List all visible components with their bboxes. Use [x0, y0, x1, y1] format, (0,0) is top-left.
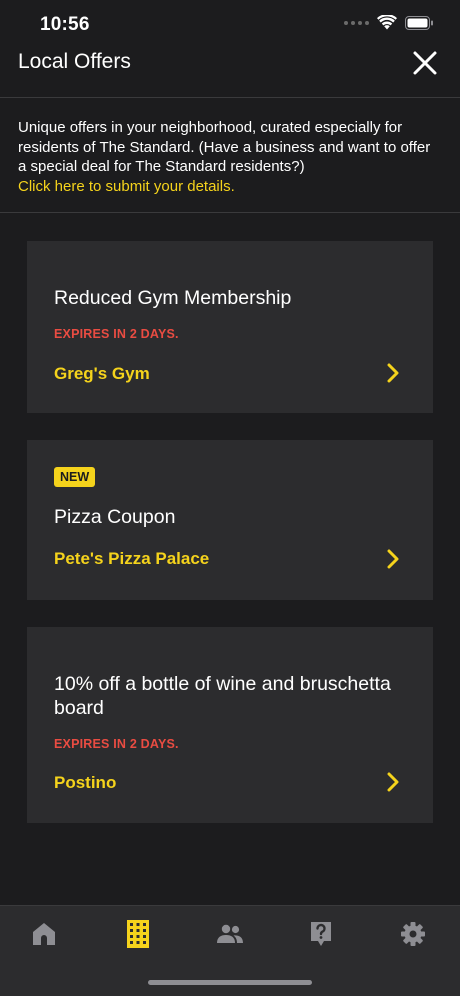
offer-title: 10% off a bottle of wine and bruschetta …	[54, 673, 391, 719]
offer-business: Postino	[54, 773, 117, 792]
tab-help[interactable]	[301, 918, 341, 950]
tab-building[interactable]	[118, 918, 158, 950]
status-bar: 10:56	[0, 0, 460, 48]
status-time: 10:56	[40, 14, 90, 35]
gear-icon	[401, 922, 425, 946]
home-icon	[33, 923, 55, 945]
offer-card[interactable]: Reduced Gym Membership EXPIRES IN 2 DAYS…	[27, 241, 433, 413]
home-indicator	[148, 980, 312, 985]
chevron-right-icon	[387, 549, 399, 569]
offer-business: Greg's Gym	[54, 364, 150, 383]
tab-settings[interactable]	[393, 918, 433, 950]
battery-icon	[405, 15, 433, 30]
submit-details-link[interactable]: Click here to submit your details.	[18, 177, 442, 197]
status-icons	[344, 15, 434, 30]
chevron-right-icon	[387, 772, 399, 792]
page-title: Local Offers	[18, 50, 131, 73]
chevron-right-icon	[387, 363, 399, 383]
help-icon	[311, 922, 331, 946]
nav-header: Local Offers	[0, 48, 460, 98]
people-icon	[217, 924, 243, 943]
close-icon[interactable]	[412, 50, 438, 76]
new-badge: NEW	[54, 467, 96, 487]
offer-expires: EXPIRES IN 2 DAYS.	[54, 737, 179, 751]
wifi-icon	[377, 15, 397, 30]
tab-people[interactable]	[210, 918, 250, 950]
tab-home[interactable]	[24, 918, 64, 950]
intro-text: Unique offers in your neighborhood, cura…	[18, 119, 431, 175]
offer-card[interactable]: 10% off a bottle of wine and bruschetta …	[27, 627, 433, 823]
building-icon	[127, 920, 149, 948]
offer-title: Reduced Gym Membership	[54, 287, 292, 309]
intro-section: Unique offers in your neighborhood, cura…	[0, 99, 460, 213]
offer-business: Pete's Pizza Palace	[54, 549, 210, 568]
offer-card[interactable]: NEW Pizza Coupon Pete's Pizza Palace	[27, 440, 433, 600]
cellular-signal-icon	[344, 20, 369, 25]
offer-title: Pizza Coupon	[54, 506, 176, 528]
offer-expires: EXPIRES IN 2 DAYS.	[54, 327, 179, 341]
